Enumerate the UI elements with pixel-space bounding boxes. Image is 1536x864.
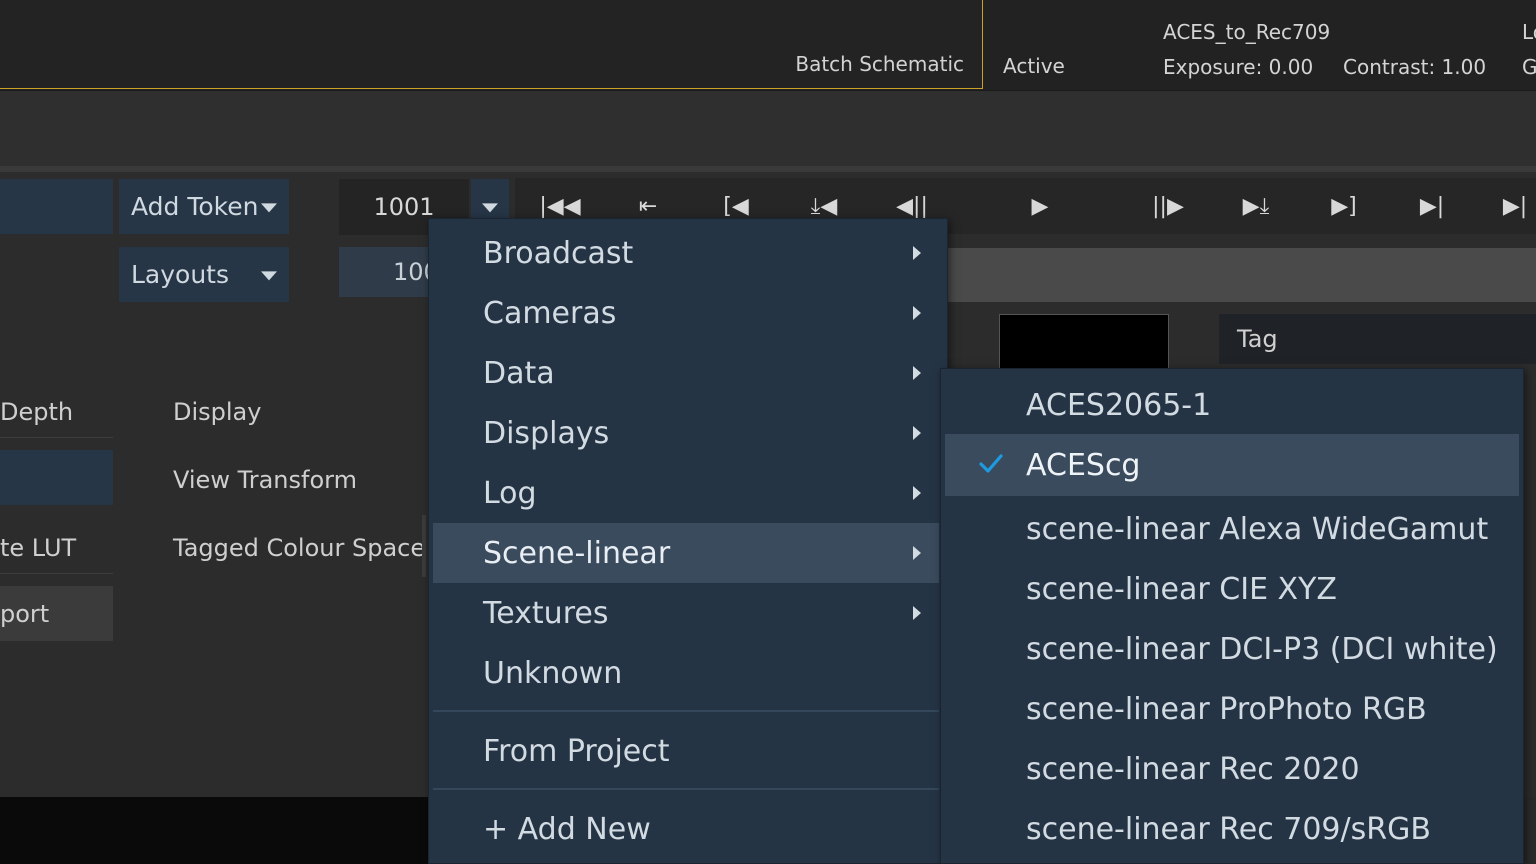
depth-field[interactable]	[0, 450, 113, 505]
chevron-right-icon	[913, 426, 921, 440]
menu-item-broadcast[interactable]: Broadcast	[433, 223, 939, 283]
viewer-status: Active	[1003, 54, 1065, 78]
submenu-item-dci-p3[interactable]: scene-linear DCI-P3 (DCI white)	[945, 618, 1519, 680]
batch-schematic-label: Batch Schematic	[795, 52, 964, 76]
viewer-lut-name: ACES_to_Rec709	[1163, 20, 1331, 44]
menu-item-label: + Add New	[483, 811, 651, 847]
menu-item-label: From Project	[483, 733, 670, 769]
add-token-label: Add Token	[131, 192, 259, 221]
menu-item-add-new[interactable]: + Add New	[433, 799, 939, 859]
chevron-right-icon	[913, 606, 921, 620]
export-label: port	[0, 599, 50, 628]
menu-item-from-project[interactable]: From Project	[433, 721, 939, 781]
chevron-right-icon	[913, 306, 921, 320]
left-field-top[interactable]	[0, 179, 113, 234]
lut-label: te LUT	[0, 534, 77, 562]
chevron-right-icon	[913, 246, 921, 260]
field-edge	[422, 515, 426, 577]
submenu-item-cie-xyz[interactable]: scene-linear CIE XYZ	[945, 558, 1519, 620]
menu-item-label: Scene-linear	[483, 535, 671, 571]
truncated-readout-top: Lo	[1522, 20, 1536, 44]
chevron-right-icon	[913, 486, 921, 500]
frame-end-field[interactable]: 100	[339, 247, 434, 297]
next-mark-icon[interactable]: ▶⤓	[1231, 190, 1281, 222]
menu-item-data[interactable]: Data	[433, 343, 939, 403]
tag-column-header: Tag	[1219, 314, 1536, 364]
next-keyframe-icon[interactable]: ▶|	[1407, 190, 1457, 222]
menu-item-unknown[interactable]: Unknown	[433, 643, 939, 703]
exposure-readout: Exposure: 0.00	[1163, 55, 1314, 79]
submenu-item-label: ACES2065-1	[1026, 387, 1212, 423]
chevron-right-icon	[913, 366, 921, 380]
clip-thumbnail[interactable]	[999, 314, 1169, 374]
submenu-item-label: ACEScg	[1026, 447, 1141, 483]
batch-schematic-tab[interactable]: Batch Schematic	[0, 0, 983, 89]
depth-label: Depth	[0, 398, 74, 426]
menu-item-log[interactable]: Log	[433, 463, 939, 523]
chevron-down-icon	[482, 203, 498, 213]
chevron-down-icon	[261, 202, 277, 212]
step-forward-icon[interactable]: ||▶	[1143, 190, 1193, 222]
separator	[0, 437, 113, 438]
checkmark-icon	[979, 454, 1003, 473]
colour-space-menu: Broadcast Cameras Data Displays Log Scen…	[428, 218, 948, 864]
menu-item-label: Log	[483, 475, 537, 511]
menu-item-cameras[interactable]: Cameras	[433, 283, 939, 343]
menu-item-label: Broadcast	[483, 235, 634, 271]
menu-item-label: Cameras	[483, 295, 617, 331]
submenu-item-label: scene-linear Alexa WideGamut	[1026, 511, 1489, 547]
submenu-item-alexa-widegamut[interactable]: scene-linear Alexa WideGamut	[945, 498, 1519, 560]
separator	[0, 573, 113, 574]
view-transform-label: View Transform	[173, 466, 357, 494]
toolbar-band	[0, 90, 1536, 168]
play-icon[interactable]: ▶	[1015, 190, 1065, 222]
submenu-item-label: scene-linear Rec 709/sRGB	[1026, 811, 1431, 847]
submenu-item-rec-2020[interactable]: scene-linear Rec 2020	[945, 738, 1519, 800]
submenu-item-prophoto-rgb[interactable]: scene-linear ProPhoto RGB	[945, 678, 1519, 740]
menu-item-label: Unknown	[483, 655, 623, 691]
chevron-down-icon	[261, 270, 277, 280]
submenu-item-label: scene-linear DCI-P3 (DCI white)	[1026, 631, 1498, 667]
menu-item-textures[interactable]: Textures	[433, 583, 939, 643]
submenu-item-label: scene-linear Rec 2020	[1026, 751, 1360, 787]
go-to-out-point-icon[interactable]: ▶]	[1319, 190, 1369, 222]
layouts-button[interactable]: Layouts	[119, 247, 289, 302]
display-label: Display	[173, 398, 262, 426]
submenu-item-label: scene-linear CIE XYZ	[1026, 571, 1337, 607]
submenu-item-rec-709-srgb[interactable]: scene-linear Rec 709/sRGB	[945, 798, 1519, 860]
layouts-label: Layouts	[131, 260, 230, 289]
menu-separator	[433, 788, 939, 790]
go-to-end-icon[interactable]: ▶|	[1490, 190, 1536, 222]
export-button[interactable]: port	[0, 586, 113, 641]
submenu-item-label: scene-linear ProPhoto RGB	[1026, 691, 1427, 727]
scene-linear-submenu: ACES2065-1 ACEScg scene-linear Alexa Wid…	[940, 368, 1524, 864]
timeline-strip	[946, 248, 1536, 302]
truncated-readout-bottom: G	[1522, 55, 1536, 79]
menu-item-label: Textures	[483, 595, 609, 631]
add-token-button[interactable]: Add Token	[119, 179, 289, 234]
menu-item-label: Displays	[483, 415, 610, 451]
tagged-colour-space-label: Tagged Colour Space	[173, 534, 426, 562]
menu-separator	[433, 710, 939, 712]
bottom-black-area	[0, 797, 430, 864]
chevron-right-icon	[913, 546, 921, 560]
menu-item-displays[interactable]: Displays	[433, 403, 939, 463]
contrast-readout: Contrast: 1.00	[1343, 55, 1487, 79]
menu-item-scene-linear[interactable]: Scene-linear	[433, 523, 939, 583]
menu-item-label: Data	[483, 355, 555, 391]
submenu-item-aces2065-1[interactable]: ACES2065-1	[945, 374, 1519, 436]
submenu-item-acescg[interactable]: ACEScg	[945, 434, 1519, 496]
